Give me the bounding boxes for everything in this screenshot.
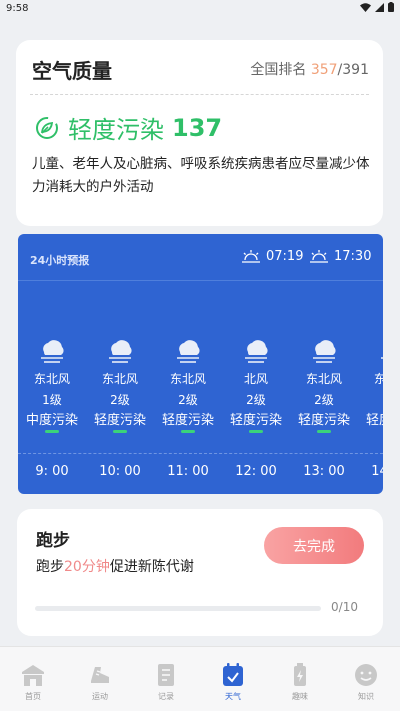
forecast-hour-col: 东北风 2级 轻度污染 xyxy=(358,338,383,433)
pollution-level: 轻度污染 xyxy=(93,413,146,428)
rank-value: 357 xyxy=(310,62,338,78)
nav-label: 运动 xyxy=(92,692,108,701)
nav-item-record[interactable]: 记录 xyxy=(133,663,199,702)
forecast-hour-col: 东北风 2级 轻度污染 xyxy=(290,338,358,433)
wind-direction: 东北风 xyxy=(305,372,342,386)
nav-item-knowledge[interactable]: 知识 xyxy=(333,663,399,702)
sunrise: 07:19 xyxy=(242,249,303,264)
cloudy-icon xyxy=(313,340,336,363)
nav-label: 天气 xyxy=(225,692,241,701)
pollution-level: 轻度污染 xyxy=(68,116,164,144)
pollution-level: 中度污染 xyxy=(25,413,78,428)
sunset: 17:30 xyxy=(310,249,371,264)
forecast-title: 24小时预报 xyxy=(30,254,90,267)
progress-count: 0/10 xyxy=(331,600,358,614)
pollution-bar xyxy=(45,430,59,433)
forecast-time: 14: 00 xyxy=(371,464,383,479)
nav-label: 首页 xyxy=(25,692,41,701)
home-icon xyxy=(22,665,44,686)
wind-direction: 北风 xyxy=(243,372,268,386)
forecast-divider xyxy=(18,280,383,281)
wind-direction: 东北风 xyxy=(169,372,206,386)
forecast-hour-col: 北风 2级 轻度污染 xyxy=(222,338,290,433)
calendar-check-icon xyxy=(223,663,243,686)
shoe-icon xyxy=(91,667,109,683)
desc-highlight: 20分钟 xyxy=(64,559,110,575)
smile-icon xyxy=(355,664,377,686)
leaf-icon xyxy=(36,116,58,139)
nav-item-home[interactable]: 首页 xyxy=(0,663,66,702)
nav-item-sport[interactable]: 运动 xyxy=(67,663,133,702)
national-rank: 全国排名 357/391 xyxy=(250,59,369,79)
battery-charge-icon xyxy=(294,663,306,686)
pollution-level: 轻度污染 xyxy=(297,413,350,428)
aqi-value: 137 xyxy=(172,113,223,142)
pollution-bar xyxy=(181,430,195,433)
pollution-level: 轻度污染 xyxy=(365,413,383,428)
status-icons xyxy=(360,2,394,12)
rank-total: /391 xyxy=(337,62,369,78)
sunrise-time: 07:19 xyxy=(266,249,304,264)
nav-label: 知识 xyxy=(358,692,374,701)
pollution-level: 轻度污染 xyxy=(229,413,282,428)
forecast-time: 9: 00 xyxy=(35,464,69,479)
status-bar: 9:58 xyxy=(0,0,400,18)
forecast-time: 13: 00 xyxy=(303,464,345,479)
nav-item-weather[interactable]: 天气 xyxy=(200,663,266,702)
cloudy-icon xyxy=(381,357,383,359)
wind-direction: 东北风 xyxy=(33,372,70,386)
forecast-timeline xyxy=(18,453,383,454)
running-title: 跑步 xyxy=(36,531,70,551)
pollution-bar xyxy=(317,430,331,433)
air-status: 轻度污染 137 xyxy=(34,110,222,145)
desc-suffix: 促进新陈代谢 xyxy=(109,559,194,575)
bottom-nav: 首页 运动 记录 天气 趣味 知识 xyxy=(0,646,400,711)
battery-icon xyxy=(388,2,394,12)
sunrise-icon xyxy=(242,249,260,263)
health-advice: 儿童、老年人及心脏病、呼吸系统疾病患者应尽量减少体力消耗大的户外活动 xyxy=(32,156,370,195)
forecast-hour-col: 东北风 2级 轻度污染 xyxy=(154,338,222,433)
hourly-forecast-card[interactable]: 24小时预报 07:19 17:30 东北风 1级 中度污染 东北风 2级 轻度… xyxy=(18,234,383,494)
running-progress-bar xyxy=(35,606,321,611)
nav-item-fun[interactable]: 趣味 xyxy=(267,663,333,702)
pollution-bar xyxy=(249,430,263,433)
wind-direction: 东北风 xyxy=(101,372,138,386)
wind-level: 2级 xyxy=(314,393,334,407)
cloudy-icon xyxy=(177,340,200,363)
wind-direction: 东北风 xyxy=(373,372,383,386)
forecast-time: 12: 00 xyxy=(235,464,277,479)
forecast-time: 10: 00 xyxy=(99,464,141,479)
status-time: 9:58 xyxy=(6,3,29,14)
document-icon xyxy=(158,664,174,686)
pollution-level: 轻度污染 xyxy=(161,413,214,428)
forecast-hour-col: 东北风 2级 轻度污染 xyxy=(86,338,154,433)
nav-label: 趣味 xyxy=(292,692,308,701)
cloudy-icon xyxy=(245,340,268,363)
wind-level: 2级 xyxy=(110,393,130,407)
desc-prefix: 跑步 xyxy=(36,559,64,575)
wind-level: 1级 xyxy=(42,393,62,407)
forecast-time: 11: 00 xyxy=(167,464,209,479)
cloudy-icon xyxy=(109,340,132,363)
air-quality-title: 空气质量 xyxy=(32,59,112,83)
forecast-hour-col: 东北风 1级 中度污染 xyxy=(18,338,86,433)
running-task-card: 跑步 跑步20分钟促进新陈代谢 去完成 0/10 xyxy=(17,509,383,636)
pollution-bar xyxy=(113,430,127,433)
complete-button[interactable]: 去完成 xyxy=(264,527,364,564)
wind-level: 2级 xyxy=(246,393,266,407)
signal-icon xyxy=(375,2,384,12)
air-quality-card: 空气质量 全国排名 357/391 轻度污染 137 儿童、老年人及心脏病、呼吸… xyxy=(16,40,383,226)
sunset-time: 17:30 xyxy=(334,249,372,264)
divider xyxy=(30,94,369,95)
cloudy-icon xyxy=(41,340,64,363)
sunset-icon xyxy=(310,249,328,263)
running-description: 跑步20分钟促进新陈代谢 xyxy=(36,556,194,576)
nav-label: 记录 xyxy=(158,692,174,701)
wifi-icon xyxy=(360,2,371,12)
rank-label: 全国排名 xyxy=(250,62,307,78)
wind-level: 2级 xyxy=(358,391,383,407)
wind-level: 2级 xyxy=(178,393,198,407)
